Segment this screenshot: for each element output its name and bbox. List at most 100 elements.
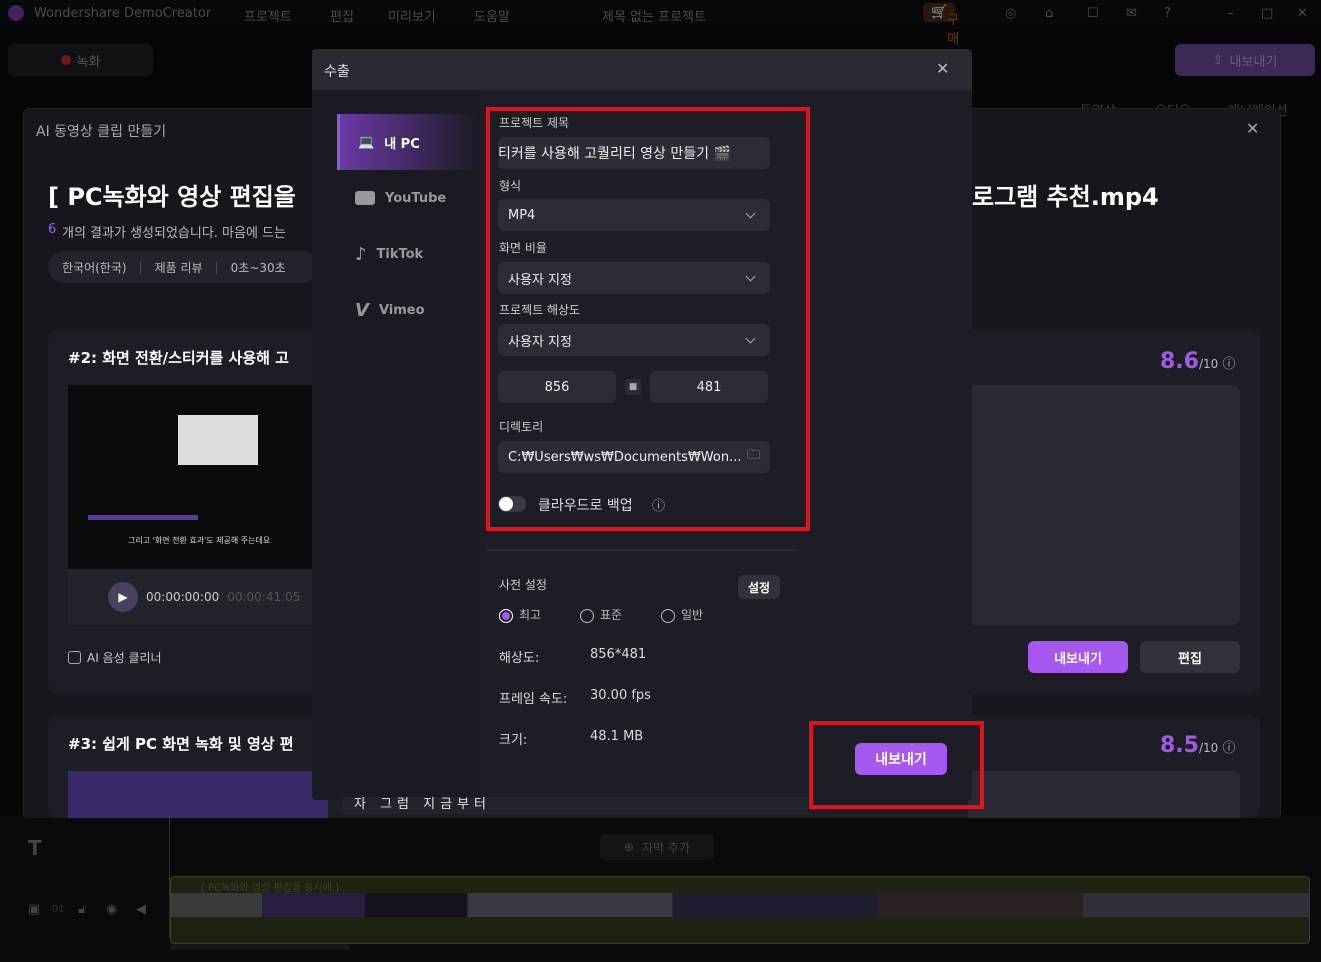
learn-icon[interactable]: ⌂: [1045, 6, 1053, 21]
add-subtitle-button[interactable]: ⊕ 자막 추가: [600, 834, 714, 860]
help-icon[interactable]: ?: [1164, 6, 1171, 21]
export-dialog-header: 수출 ✕: [312, 49, 972, 90]
close-window-button[interactable]: ✕: [1297, 6, 1308, 21]
preset-normal[interactable]: 일반: [661, 606, 703, 623]
time-current: 00:00:00:00: [146, 590, 220, 604]
filter-duration[interactable]: 0초~30초: [231, 259, 286, 276]
info-size-value: 48.1 MB: [590, 729, 644, 744]
laptop-icon: 💻: [358, 134, 375, 150]
video-track-icon: ▣: [28, 902, 41, 917]
title-bar: Wondershare DemoCreator 프로젝트 편집 미리보기 도움말…: [0, 0, 1321, 47]
score-max: /10: [1198, 741, 1219, 755]
clip-edit-button[interactable]: 편집: [1140, 641, 1240, 673]
preset-label: 사전 설정: [499, 578, 547, 592]
ai-dialog-close[interactable]: ✕: [1246, 119, 1259, 138]
nav-youtube[interactable]: YouTube: [337, 170, 480, 226]
vimeo-icon: V: [355, 299, 369, 321]
menu-edit[interactable]: 편집: [330, 6, 354, 25]
nav-my-pc[interactable]: 💻 내 PC: [337, 114, 480, 170]
info-framerate-key: 프레임 속도:: [499, 692, 568, 707]
visibility-icon[interactable]: ◉: [106, 902, 117, 917]
export-dialog-title: 수출: [324, 64, 350, 80]
ai-voice-cleaner-checkbox[interactable]: AI 음성 클리너: [68, 649, 162, 666]
menu-help[interactable]: 도움말: [474, 6, 510, 25]
time-total: 00:00:41:05: [227, 590, 301, 604]
filter-category[interactable]: 제품 리뷰: [155, 259, 203, 276]
clip-preview[interactable]: 그리고 '화면 전환 효과'도 제공해 주는데요: [68, 385, 328, 569]
help-icon[interactable]: ⓘ: [1222, 741, 1235, 756]
nav-label: TikTok: [376, 246, 424, 262]
project-title: 제목 없는 프로젝트: [602, 10, 706, 25]
mail-icon[interactable]: ✉: [1126, 6, 1137, 21]
preset-label: 최고: [519, 608, 542, 622]
record-icon: [60, 55, 71, 65]
info-resolution-value: 856*481: [590, 647, 647, 662]
score-max: /10: [1198, 357, 1219, 371]
ai-heading-left: [ PC녹화와 영상 편집을: [48, 183, 296, 211]
top-export-button[interactable]: ⇪ 내보내기: [1175, 44, 1315, 76]
nav-label: YouTube: [385, 190, 447, 206]
track-number: 01: [52, 904, 65, 915]
result-count: 6: [48, 222, 57, 237]
highlight-export-box: [809, 721, 984, 809]
export-dialog-close[interactable]: ✕: [936, 59, 949, 78]
timeline-clip[interactable]: [ PC녹화와 영상 편집을 동시에 ] ...: [170, 876, 1310, 944]
plus-circle-icon: ⊕: [623, 840, 635, 854]
score-value: 8.5: [1160, 733, 1199, 758]
buy-button[interactable]: 🛒 구매: [923, 3, 959, 47]
ai-heading-right: 로그램 추천.mp4: [972, 183, 1159, 211]
nav-label: 내 PC: [384, 136, 420, 152]
clip-preview[interactable]: [68, 771, 328, 819]
preset-label: 일반: [681, 608, 704, 622]
menu-project[interactable]: 프로젝트: [244, 6, 292, 25]
bottom-caption: 자 그럼 지금부터: [354, 797, 491, 812]
divider: [486, 550, 798, 551]
clip-score: 8.6/10 ⓘ: [1160, 349, 1235, 374]
preset-label: 표준: [600, 608, 623, 622]
help-icon[interactable]: ⓘ: [1222, 357, 1235, 372]
ai-dialog-title: AI 동영상 클립 만들기: [36, 124, 167, 140]
play-button[interactable]: ▶: [108, 582, 138, 612]
info-resolution-key: 해상도:: [499, 651, 540, 666]
record-label: 녹화: [76, 54, 101, 70]
buy-label: 구매: [947, 13, 960, 47]
result-text: 개의 결과가 생성되었습니다. 마음에 드는: [62, 226, 286, 241]
notification-icon[interactable]: ☐: [1087, 6, 1099, 21]
clip-title: #3: 쉽게 PC 화면 녹화 및 영상 편: [68, 735, 294, 753]
clip-export-button[interactable]: 내보내기: [1028, 641, 1128, 673]
nav-tiktok[interactable]: ♪ TikTok: [337, 226, 480, 282]
minimize-button[interactable]: –: [1227, 6, 1234, 21]
nav-label: Vimeo: [378, 302, 425, 318]
preset-standard[interactable]: 표준: [580, 606, 622, 623]
app-logo-icon: [8, 5, 24, 21]
upload-icon: ⇪: [1212, 52, 1224, 68]
add-subtitle-label: 자막 추가: [642, 840, 691, 855]
clip-subtitle: 그리고 '화면 전환 효과'도 제공해 주는데요: [128, 536, 271, 545]
highlight-settings-box: [486, 107, 810, 531]
score-value: 8.6: [1160, 349, 1199, 374]
clip-title: #2: 화면 전환/스티커를 사용해 고: [68, 349, 289, 367]
filter-language[interactable]: 한국어(한국): [62, 259, 127, 276]
nav-vimeo[interactable]: V Vimeo: [337, 282, 480, 338]
settings-button[interactable]: 설정: [738, 575, 780, 599]
top-export-label: 내보내기: [1229, 54, 1278, 70]
mute-icon[interactable]: ◀: [136, 902, 146, 917]
info-size-key: 크기:: [499, 733, 528, 748]
account-icon[interactable]: ◎: [1005, 6, 1016, 21]
clip-thumbnail-right: [968, 771, 1240, 819]
checkbox-label: AI 음성 클리너: [87, 651, 162, 665]
timeline: T ⊕ 자막 추가 ▣ 01 🔓︎ ◉ ◀ [ PC녹화와 영상 편집을 동시에 …: [0, 818, 1321, 962]
clip-title: [ PC녹화와 영상 편집을 동시에 ] ...: [201, 883, 352, 894]
export-nav: 💻 내 PC YouTube ♪ TikTok V Vimeo: [312, 90, 480, 800]
filter-bar: 한국어(한국) | 제품 리뷰 | 0초~30초: [48, 251, 318, 283]
preset-best[interactable]: 최고: [499, 606, 541, 623]
lock-icon[interactable]: 🔓︎: [78, 902, 86, 917]
clip-score: 8.5/10 ⓘ: [1160, 733, 1235, 758]
clip-player-bar: ▶ 00:00:00:00 00:00:41:05: [68, 569, 328, 625]
clip-thumbnail-right: [968, 385, 1240, 625]
maximize-button[interactable]: □: [1261, 6, 1273, 21]
record-button[interactable]: 녹화: [8, 44, 153, 76]
tiktok-icon: ♪: [355, 243, 367, 265]
menu-preview[interactable]: 미리보기: [388, 6, 436, 25]
timeline-scrollbar[interactable]: [170, 944, 350, 950]
